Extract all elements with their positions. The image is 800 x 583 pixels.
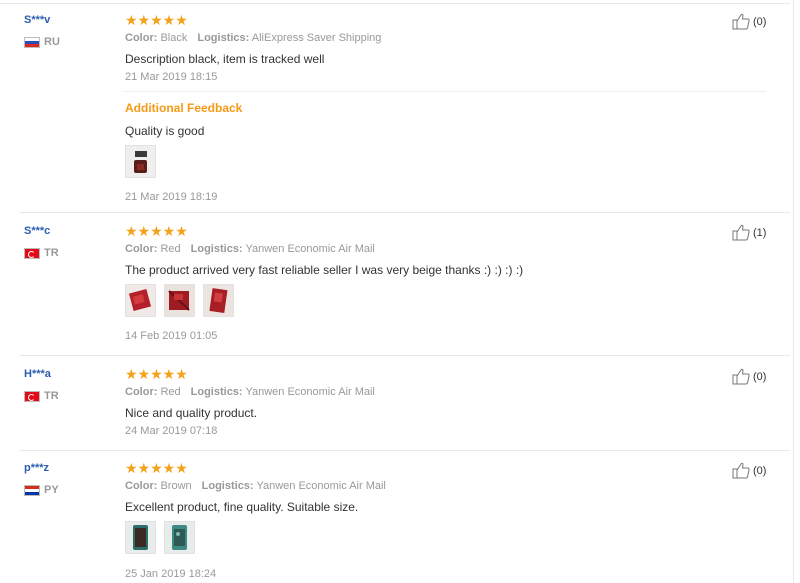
- review-photo[interactable]: [164, 284, 195, 317]
- review-photo[interactable]: [125, 145, 156, 178]
- reviewer-name: S***c: [24, 225, 51, 237]
- review-text: Nice and quality product.: [125, 406, 258, 420]
- country-code: TR: [44, 390, 59, 402]
- thumbs-up-icon: [732, 13, 750, 30]
- review-item: H***a TR ★★★★★ Color: Red Logistics: Yanw…: [0, 356, 800, 450]
- paraguay-flag-icon: [24, 484, 40, 496]
- like-count: (0): [753, 464, 767, 477]
- review-text: Excellent product, fine quality. Suitabl…: [125, 500, 359, 514]
- feedback-divider: [123, 91, 766, 92]
- review-date: 25 Jan 2019 18:24: [125, 568, 217, 580]
- thumbs-up-icon: [732, 462, 750, 479]
- star-rating: ★★★★★: [125, 223, 188, 239]
- order-info: Color: Red Logistics: Yanwen Economic Air…: [125, 386, 375, 398]
- star-rating: ★★★★★: [125, 12, 188, 28]
- reviewer-country: TR: [24, 390, 59, 402]
- review-item: p***z PY ★★★★★ Color: Brown Logistics: Ya…: [0, 451, 800, 583]
- review-item: S***v RU ★★★★★ Color: Black Logistics: Al…: [0, 0, 800, 212]
- like-count: (0): [753, 15, 767, 28]
- star-rating: ★★★★★: [125, 366, 188, 382]
- russia-flag-icon: [24, 36, 40, 48]
- turkey-flag-icon: [24, 247, 40, 259]
- additional-feedback-date: 21 Mar 2019 18:19: [125, 191, 218, 203]
- review-text: Description black, item is tracked well: [125, 52, 325, 66]
- thumbs-up-icon: [732, 368, 750, 385]
- like-button[interactable]: (0): [732, 368, 766, 385]
- like-count: (1): [753, 226, 767, 239]
- review-item: S***c TR ★★★★★ Color: Red Logistics: Yanw…: [0, 213, 800, 355]
- review-date: 14 Feb 2019 01:05: [125, 330, 218, 342]
- like-button[interactable]: (1): [732, 224, 766, 241]
- country-code: TR: [44, 247, 59, 259]
- order-info: Color: Red Logistics: Yanwen Economic Air…: [125, 243, 375, 255]
- country-code: PY: [44, 484, 59, 496]
- additional-feedback-text: Quality is good: [125, 124, 205, 138]
- reviewer-name: S***v: [24, 14, 51, 26]
- order-info: Color: Black Logistics: AliExpress Saver …: [125, 32, 382, 44]
- review-date: 21 Mar 2019 18:15: [125, 71, 218, 83]
- like-count: (0): [753, 370, 767, 383]
- reviewer-country: PY: [24, 484, 59, 496]
- like-button[interactable]: (0): [732, 462, 766, 479]
- reviewer-country: RU: [24, 36, 60, 48]
- reviewer-name: H***a: [24, 368, 51, 380]
- review-text: The product arrived very fast reliable s…: [125, 263, 524, 277]
- review-photo[interactable]: [164, 521, 195, 554]
- review-date: 24 Mar 2019 07:18: [125, 425, 218, 437]
- additional-feedback-title: Additional Feedback: [125, 101, 243, 115]
- review-photo[interactable]: [125, 284, 156, 317]
- reviewer-name: p***z: [24, 462, 50, 474]
- order-info: Color: Brown Logistics: Yanwen Economic A…: [125, 480, 386, 492]
- like-button[interactable]: (0): [732, 13, 766, 30]
- review-photo[interactable]: [203, 284, 234, 317]
- star-rating: ★★★★★: [125, 460, 188, 476]
- country-code: RU: [44, 36, 60, 48]
- turkey-flag-icon: [24, 390, 40, 402]
- thumbs-up-icon: [732, 224, 750, 241]
- review-photo[interactable]: [125, 521, 156, 554]
- reviewer-country: TR: [24, 247, 59, 259]
